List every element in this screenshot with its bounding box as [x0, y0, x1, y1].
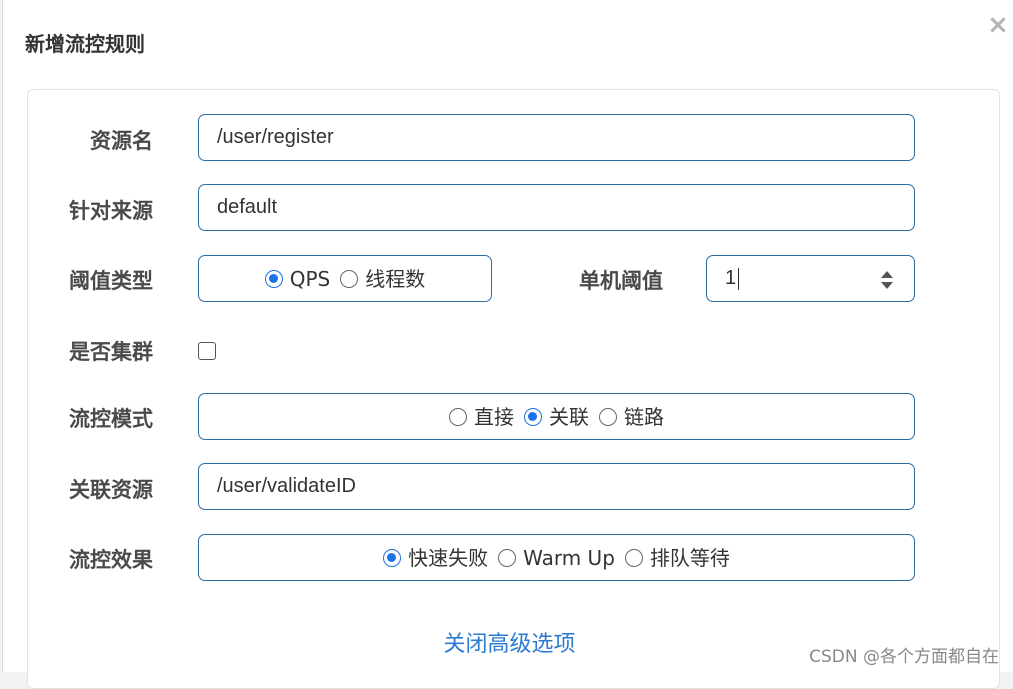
- watermark: CSDN @各个方面都自在: [809, 647, 999, 667]
- single-threshold-input[interactable]: 1: [706, 255, 915, 302]
- related-resource-value: /user/validateID: [217, 475, 356, 497]
- threshold-type-option-label: 线程数: [365, 266, 426, 291]
- spinner-down-icon[interactable]: [881, 282, 893, 289]
- flow-effect-label: 流控效果: [69, 548, 153, 572]
- flow-mode-option-label: 关联: [549, 404, 589, 429]
- flow-effect-option[interactable]: 快速失败: [383, 546, 488, 570]
- dialog-title: 新增流控规则: [25, 32, 145, 56]
- cluster-label: 是否集群: [69, 340, 153, 364]
- cluster-checkbox[interactable]: [198, 342, 216, 360]
- close-icon[interactable]: ×: [985, 12, 1011, 38]
- radio-button[interactable]: [340, 269, 359, 288]
- radio-button[interactable]: [599, 407, 617, 426]
- flow-effect-option-label: 排队等待: [649, 545, 730, 570]
- radio-button[interactable]: [264, 269, 283, 288]
- flow-mode-radios: 直接 关联 链路: [199, 394, 914, 439]
- threshold-type-radios: QPS 线程数: [199, 256, 491, 301]
- threshold-type-group: QPS 线程数: [198, 255, 492, 302]
- single-threshold-value: 1: [725, 256, 740, 301]
- resource-input[interactable]: /user/register: [198, 114, 915, 161]
- flow-mode-option[interactable]: 关联: [524, 405, 589, 429]
- threshold-type-label: 阈值类型: [69, 269, 153, 293]
- source-label: 针对来源: [69, 199, 153, 223]
- radio-button[interactable]: [449, 407, 467, 426]
- text-caret: [738, 267, 740, 290]
- spinner-up-icon[interactable]: [881, 271, 893, 278]
- source-input-value: default: [217, 196, 278, 218]
- radio-button[interactable]: [524, 407, 542, 426]
- flow-mode-label: 流控模式: [69, 407, 153, 431]
- related-resource-label: 关联资源: [69, 478, 153, 502]
- resource-label: 资源名: [90, 129, 153, 153]
- related-resource-input[interactable]: /user/validateID: [198, 463, 915, 510]
- flow-effect-radios: 快速失败 Warm Up 排队等待: [199, 535, 914, 580]
- threshold-type-option[interactable]: 线程数: [340, 267, 425, 291]
- flow-mode-option-label: 直接: [474, 404, 514, 429]
- radio-button[interactable]: [624, 548, 643, 567]
- source-input[interactable]: default: [198, 184, 915, 231]
- flow-mode-group: 直接 关联 链路: [198, 393, 915, 440]
- flow-effect-option[interactable]: 排队等待: [624, 545, 730, 570]
- single-threshold-number: 1: [725, 267, 737, 289]
- number-spinner[interactable]: [880, 269, 894, 291]
- form-panel: [27, 89, 1000, 689]
- flow-effect-option-label: Warm Up: [523, 545, 615, 570]
- resource-input-value: /user/register: [217, 126, 334, 148]
- single-threshold-label: 单机阈值: [579, 269, 663, 293]
- flow-effect-option-label: 快速失败: [408, 545, 489, 570]
- radio-button[interactable]: [498, 548, 517, 567]
- flow-mode-option[interactable]: 直接: [449, 405, 514, 429]
- threshold-type-option-label: QPS: [289, 266, 331, 291]
- flow-effect-group: 快速失败 Warm Up 排队等待: [198, 534, 915, 581]
- flow-mode-option-label: 链路: [624, 404, 664, 429]
- flow-effect-option[interactable]: Warm Up: [498, 546, 615, 570]
- flow-mode-option[interactable]: 链路: [599, 405, 664, 429]
- radio-button[interactable]: [383, 548, 402, 567]
- threshold-type-option[interactable]: QPS: [264, 266, 331, 291]
- add-flow-rule-dialog: 新增流控规则 × 资源名 /user/register 针对来源 default…: [2, 0, 1013, 689]
